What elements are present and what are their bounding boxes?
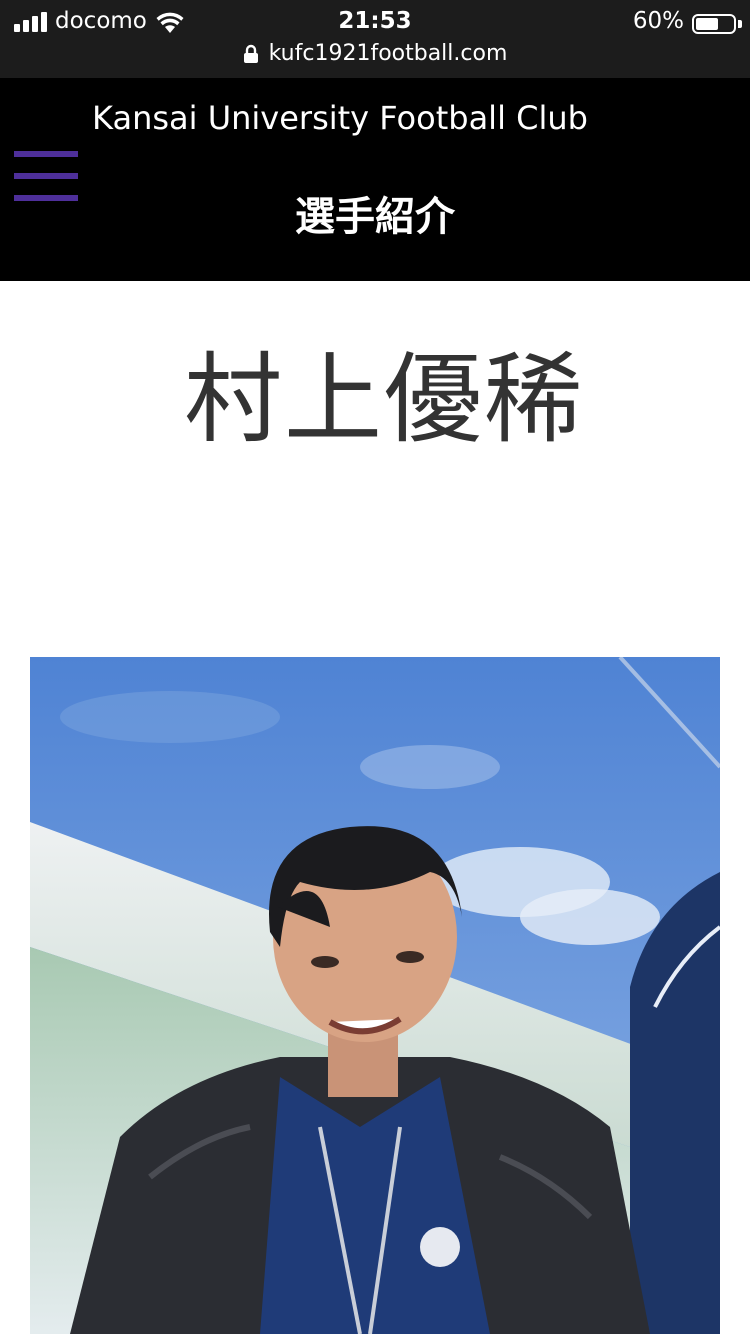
player-photo-illustration xyxy=(30,657,720,1334)
status-bar: docomo 21:53 60% kufc1921football.com xyxy=(0,0,750,78)
address-bar[interactable]: kufc1921football.com xyxy=(0,38,750,70)
site-header: Kansai University Football Club 選手紹介 xyxy=(0,78,750,281)
player-name: 村上優稀 xyxy=(183,343,584,457)
lock-icon xyxy=(243,44,258,63)
battery-nub xyxy=(738,20,742,28)
battery-percent: 60% xyxy=(632,8,684,34)
url-text: kufc1921football.com xyxy=(268,41,508,66)
site-name[interactable]: Kansai University Football Club xyxy=(0,96,680,140)
section-title: 選手紹介 xyxy=(295,194,455,240)
player-photo xyxy=(30,657,720,1334)
battery-level-fill xyxy=(696,18,718,30)
battery-icon xyxy=(692,14,736,34)
status-row: docomo 21:53 60% xyxy=(0,6,750,36)
